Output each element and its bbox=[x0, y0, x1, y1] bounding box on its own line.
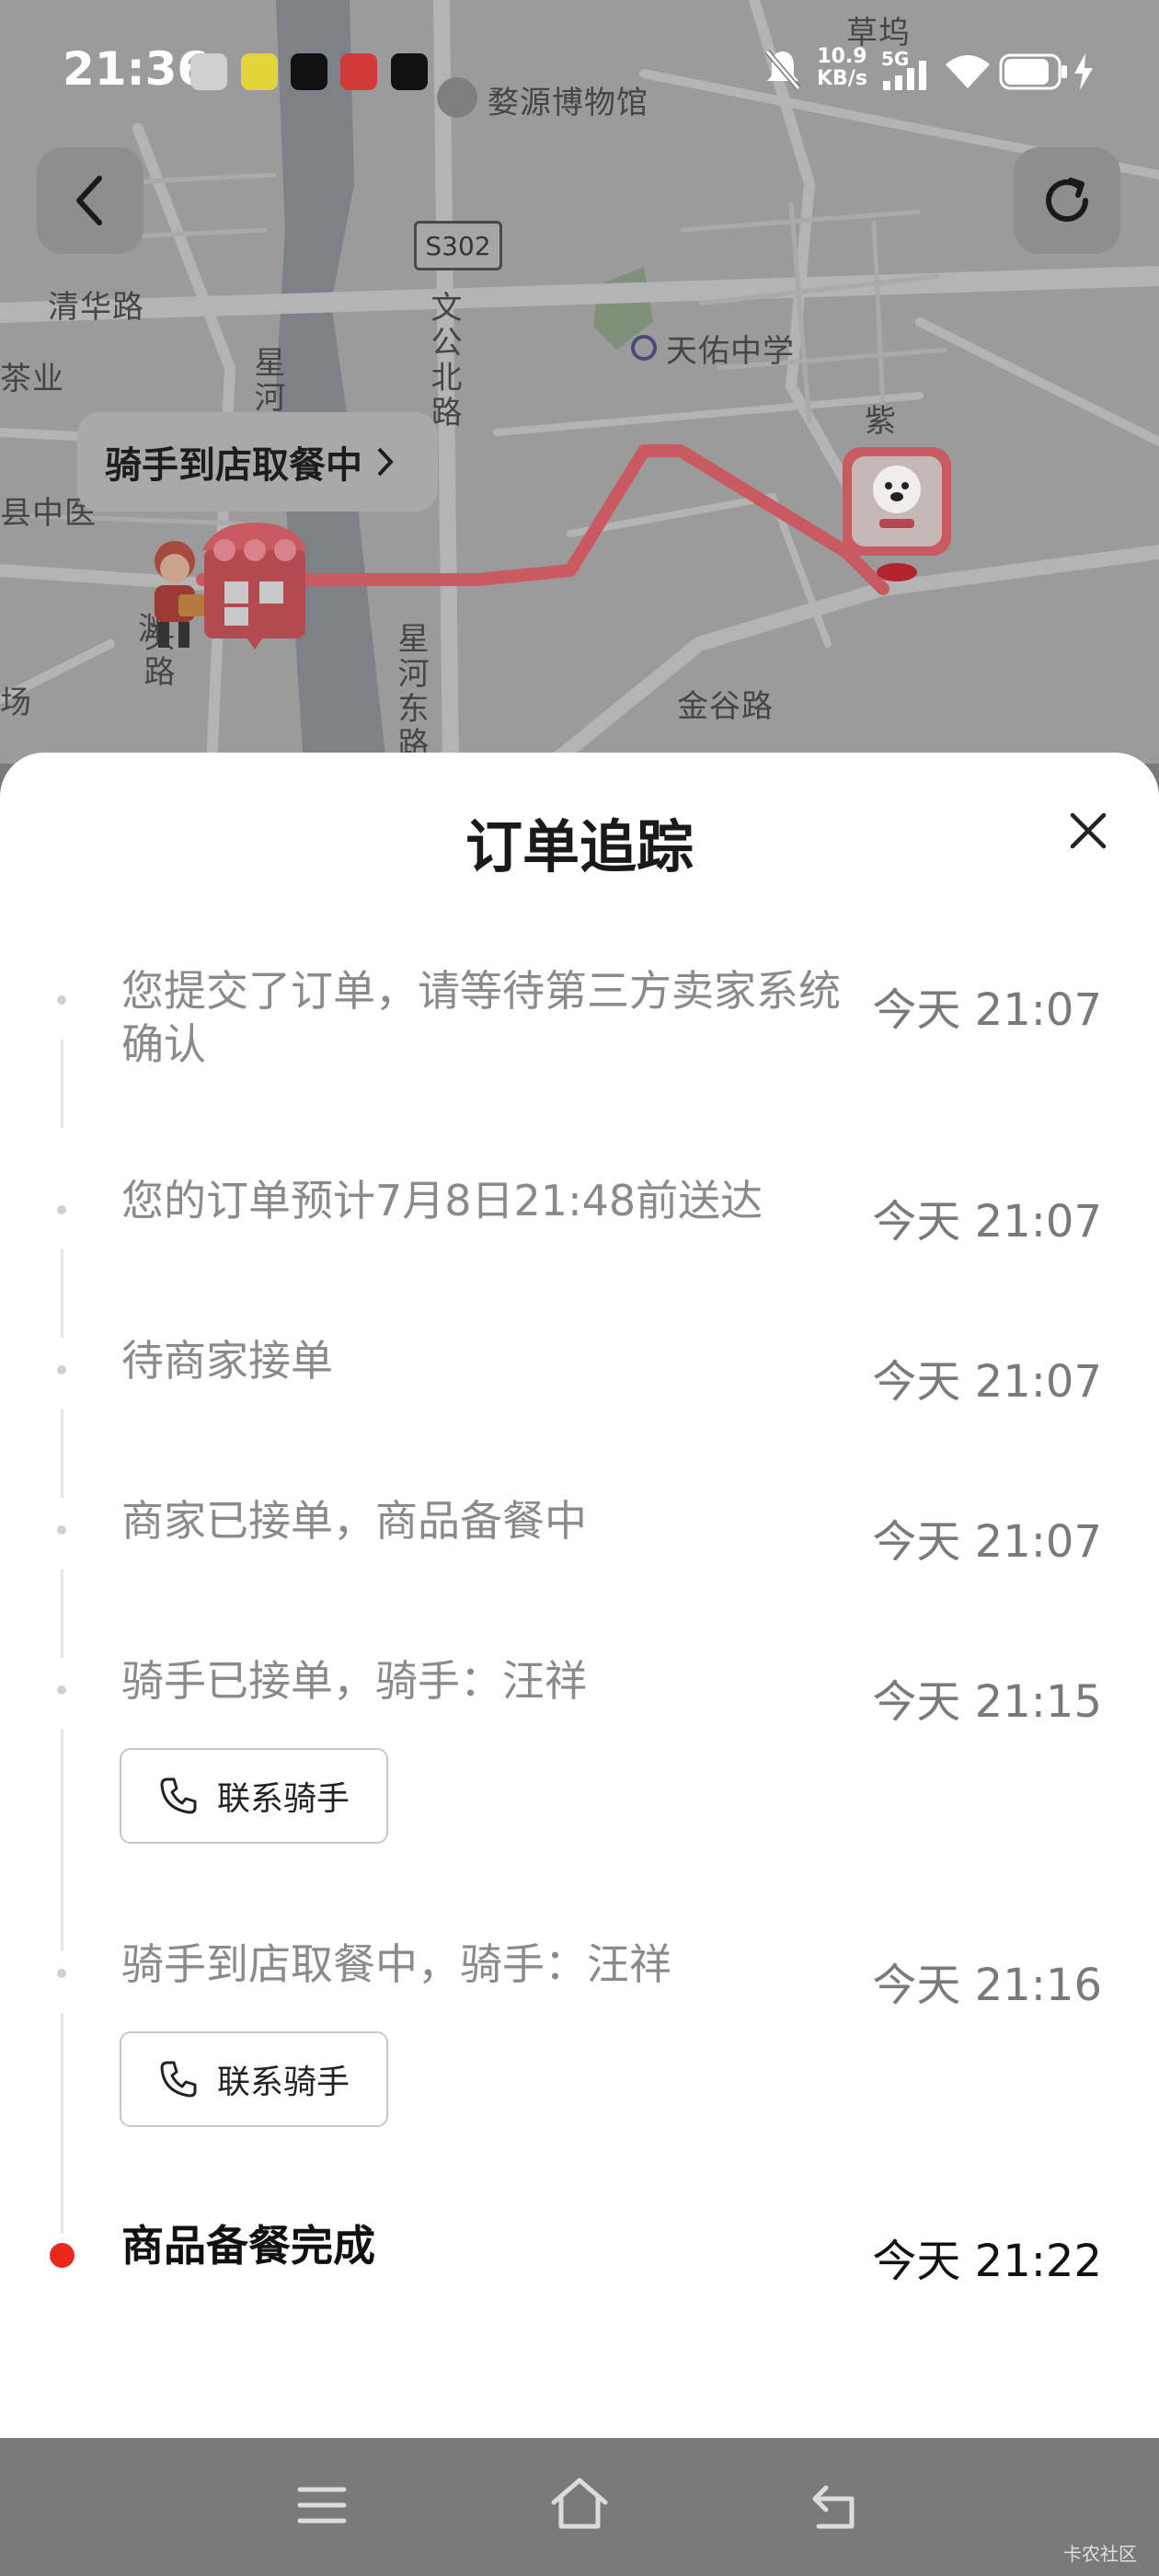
timeline-connector bbox=[61, 1409, 63, 1498]
map-label: 场 bbox=[0, 684, 32, 721]
timeline-dot bbox=[57, 1685, 66, 1695]
watermark: 卡农社区 bbox=[1063, 2543, 1137, 2565]
road-code-badge: S302 bbox=[414, 221, 502, 270]
timeline-dot-active bbox=[50, 2243, 75, 2268]
timeline-text: 商品备餐完成 bbox=[121, 2221, 375, 2271]
food-app-icon bbox=[340, 53, 377, 90]
contact-rider-label: 联系骑手 bbox=[216, 2064, 350, 2101]
refresh-icon bbox=[1046, 178, 1088, 222]
sheet-title: 订单追踪 bbox=[465, 813, 694, 880]
map-label: 文公北路 bbox=[425, 291, 462, 431]
battery-icon bbox=[999, 53, 1067, 90]
contact-rider-button[interactable]: 联系骑手 bbox=[120, 2031, 388, 2127]
map-label: 星河东路 bbox=[392, 622, 429, 762]
timeline-connector bbox=[61, 1730, 63, 1950]
map-label: 天佑中学 bbox=[666, 333, 795, 370]
timeline-text: 骑手到店取餐中，骑手：汪祥 bbox=[121, 1939, 671, 1989]
timeline-dot bbox=[57, 995, 66, 1005]
tiktok-app-icon bbox=[391, 53, 428, 90]
chevron-left-icon bbox=[76, 176, 102, 225]
rider-status-bubble[interactable]: 骑手到店取餐中 bbox=[77, 412, 438, 512]
network-speed: 10.9 KB/s bbox=[817, 46, 867, 90]
timeline-dot bbox=[57, 1969, 66, 1978]
timeline-time: 今天 21:15 bbox=[872, 1676, 1102, 1728]
mute-icon bbox=[764, 50, 801, 90]
contact-rider-label: 联系骑手 bbox=[216, 1780, 350, 1818]
timeline-time: 今天 21:07 bbox=[872, 1196, 1102, 1248]
map-label: 清华路 bbox=[48, 289, 144, 326]
timeline-time: 今天 21:07 bbox=[872, 1516, 1102, 1568]
status-bar: 21:36 10.9 KB/s 5G bbox=[0, 0, 1159, 138]
close-icon[interactable] bbox=[1065, 808, 1111, 854]
timeline-connector bbox=[61, 1570, 63, 1658]
menu-icon[interactable] bbox=[296, 2482, 348, 2528]
music-app-icon bbox=[291, 53, 327, 90]
timeline-text: 待商家接单 bbox=[121, 1336, 333, 1386]
store-marker-icon bbox=[202, 523, 307, 650]
timeline-text: 您的订单预计7月8日21:48前送达 bbox=[121, 1176, 763, 1225]
settings-app-icon bbox=[190, 53, 227, 90]
timeline-time: 今天 21:22 bbox=[872, 2236, 1102, 2287]
phone-icon bbox=[160, 1777, 197, 1814]
net-speed-unit: KB/s bbox=[817, 67, 867, 90]
system-nav-bar: 卡农社区 bbox=[0, 2438, 1159, 2576]
timeline-dot bbox=[57, 1365, 66, 1374]
timeline-connector bbox=[61, 2013, 63, 2234]
net-speed-value: 10.9 bbox=[817, 45, 867, 68]
timeline-time: 今天 21:07 bbox=[872, 984, 1102, 1036]
home-icon[interactable] bbox=[548, 2477, 611, 2532]
chevron-right-icon bbox=[377, 447, 394, 477]
map-label: 茶业 bbox=[0, 361, 64, 397]
timeline-connector bbox=[61, 1249, 63, 1338]
timeline-text: 您提交了订单，请等待第三方卖家系统确认 bbox=[121, 966, 841, 1069]
map-label: 金谷路 bbox=[677, 688, 774, 725]
timeline-text: 商家已接单，商品备餐中 bbox=[121, 1496, 587, 1546]
signal-icon bbox=[883, 61, 926, 90]
timeline-dot bbox=[57, 1205, 66, 1214]
timeline-dot bbox=[57, 1525, 66, 1535]
qq-music-app-icon bbox=[241, 53, 278, 90]
map-label: 星河 bbox=[248, 346, 285, 416]
phone-icon bbox=[160, 2061, 197, 2098]
status-time: 21:36 bbox=[63, 42, 210, 96]
timeline-connector bbox=[61, 1040, 63, 1128]
charging-icon bbox=[1074, 53, 1093, 90]
timeline-time: 今天 21:07 bbox=[872, 1356, 1102, 1408]
wifi-icon bbox=[946, 55, 990, 88]
contact-rider-button[interactable]: 联系骑手 bbox=[120, 1748, 388, 1844]
refresh-button[interactable] bbox=[1014, 147, 1120, 254]
rider-status-text: 骑手到店取餐中 bbox=[105, 444, 362, 487]
back-button[interactable] bbox=[37, 147, 143, 254]
back-nav-icon[interactable] bbox=[809, 2482, 865, 2534]
order-tracking-sheet: 订单追踪 您提交了订单，请等待第三方卖家系统确认 今天 21:07 您的订单预计… bbox=[0, 753, 1159, 2438]
timeline-text: 骑手已接单，骑手：汪祥 bbox=[121, 1656, 587, 1706]
school-poi-icon bbox=[631, 335, 657, 361]
timeline-time: 今天 21:16 bbox=[872, 1960, 1102, 2011]
destination-marker-icon bbox=[843, 447, 951, 581]
map-label: 紫 bbox=[865, 403, 897, 440]
